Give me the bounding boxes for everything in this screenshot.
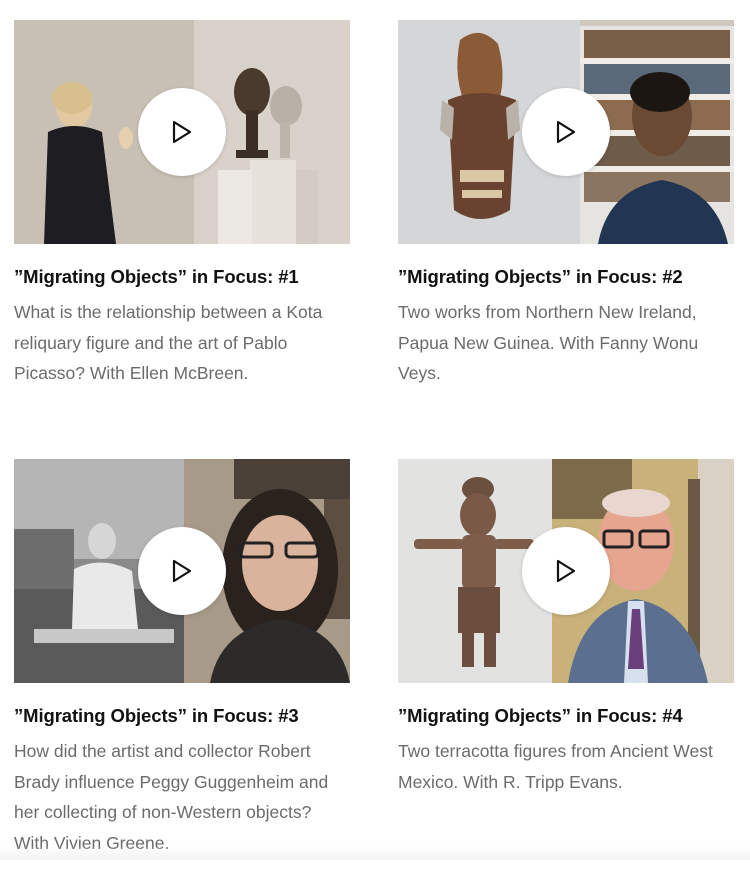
- video-thumbnail-2[interactable]: [398, 20, 734, 244]
- play-button-1[interactable]: [138, 88, 226, 176]
- play-button-3[interactable]: [138, 527, 226, 615]
- play-button-4[interactable]: [522, 527, 610, 615]
- video-card-2: ”Migrating Objects” in Focus: #2 Two wor…: [398, 20, 734, 459]
- video-thumbnail-4[interactable]: [398, 459, 734, 683]
- play-button-2[interactable]: [522, 88, 610, 176]
- play-icon: [556, 559, 576, 583]
- video-card-1: ”Migrating Objects” in Focus: #1 What is…: [14, 20, 350, 459]
- video-thumbnail-3[interactable]: [14, 459, 350, 683]
- video-description-2: Two works from Northern New Ireland, Pap…: [398, 302, 699, 383]
- play-icon: [172, 559, 192, 583]
- bottom-edge-fade: [0, 846, 750, 860]
- video-description-4: Two terracotta figures from Ancient West…: [398, 741, 713, 792]
- play-icon: [172, 120, 192, 144]
- video-description-1: What is the relationship between a Kota …: [14, 302, 323, 383]
- video-title-4[interactable]: ”Migrating Objects” in Focus: #4: [398, 705, 734, 727]
- video-card-3: ”Migrating Objects” in Focus: #3 How did…: [14, 459, 350, 879]
- play-icon: [556, 120, 576, 144]
- video-thumbnail-1[interactable]: [14, 20, 350, 244]
- video-description-3: How did the artist and collector Robert …: [14, 741, 329, 853]
- video-title-2[interactable]: ”Migrating Objects” in Focus: #2: [398, 266, 734, 288]
- video-grid: ”Migrating Objects” in Focus: #1 What is…: [14, 20, 734, 879]
- video-title-3[interactable]: ”Migrating Objects” in Focus: #3: [14, 705, 350, 727]
- video-title-1[interactable]: ”Migrating Objects” in Focus: #1: [14, 266, 350, 288]
- video-card-4: ”Migrating Objects” in Focus: #4 Two ter…: [398, 459, 734, 879]
